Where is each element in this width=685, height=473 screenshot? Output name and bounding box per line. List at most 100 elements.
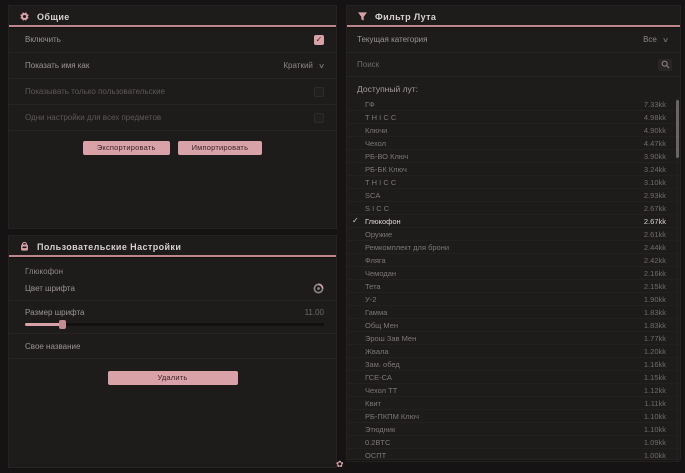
dropdown-value: Краткий [283, 61, 312, 70]
loot-item-row[interactable]: Ремкомплект для брони2.44kk [347, 241, 680, 254]
loot-item-row[interactable]: РБ-ВО Ключ3.90kk [347, 150, 680, 163]
loot-item-row[interactable]: РБ-ПКПМ Ключ 1.10kk [347, 410, 680, 423]
loot-item-name: Квит [365, 399, 381, 408]
loot-item-name: РБ-ПКПМ Ключ [365, 412, 419, 421]
general-settings-rows: Включить✓Показать имя какКраткий∨Показыв… [9, 27, 336, 131]
loot-item-value: 1.15kk [644, 373, 666, 382]
loot-item-value: 7.33kk [644, 100, 666, 109]
loot-item-value: 1.16kk [644, 360, 666, 369]
color-wheel-icon[interactable] [313, 283, 324, 294]
name-mode-dropdown[interactable]: Краткий∨ [283, 61, 324, 70]
loot-item-row[interactable]: ОСПТ1.00kk [347, 449, 680, 462]
gear-icon [19, 11, 30, 22]
font-color-row[interactable]: Цвет шрифта [9, 280, 336, 297]
loot-item-name: ГФ [365, 100, 375, 109]
slider-fill [25, 323, 63, 326]
category-dropdown[interactable]: Все ∨ [643, 35, 668, 44]
loot-item-value: 3.10kk [644, 178, 666, 187]
loot-item-name: ГСЕ-СА [365, 373, 392, 382]
loot-item-row[interactable]: Чемодан2.16kk [347, 267, 680, 280]
loot-item-name: Фляга [365, 256, 386, 265]
loot-item-row[interactable]: 0.2BTC1.09kk [347, 436, 680, 449]
scrollbar-thumb[interactable] [676, 100, 679, 158]
loot-item-name: РБ-ВО Ключ [365, 152, 408, 161]
setting-checkbox[interactable] [314, 87, 324, 97]
loot-item-name: Общ Мен [365, 321, 398, 330]
loot-item-name: Т Н I С С [365, 113, 396, 122]
custom-panel-title: Пользовательские Настройки [37, 242, 181, 252]
loot-item-name: Этюдник [365, 425, 395, 434]
loot-item-value: 2.15kk [644, 282, 666, 291]
loot-item-row[interactable]: Оружие2.61kk [347, 228, 680, 241]
loot-item-row[interactable]: Ключи 4.90kk [347, 124, 680, 137]
font-size-value: 11.00 [305, 308, 324, 317]
category-value: Все [643, 35, 657, 44]
loot-item-name: РБ-БК Ключ [365, 165, 407, 174]
loot-item-row[interactable]: Общ Мен1.83kk [347, 319, 680, 332]
loot-item-name: ОСПТ [365, 451, 386, 460]
setting-checkbox[interactable] [314, 113, 324, 123]
loot-item-row[interactable]: Этюдник1.10kk [347, 423, 680, 436]
loot-item-value: 1.77kk [644, 334, 666, 343]
loot-list-scrollbar[interactable] [676, 98, 679, 462]
slider-thumb[interactable] [59, 320, 66, 329]
loot-item-name: Чехол [365, 139, 386, 148]
loot-item-row[interactable]: Эрош Зав Мен 1.77kk [347, 332, 680, 345]
loot-item-row[interactable]: Квит 1.11kk [347, 397, 680, 410]
loot-item-row[interactable]: Тета 2.15kk [347, 280, 680, 293]
loot-item-row[interactable]: Фляга2.42kk [347, 254, 680, 267]
general-setting-row: Одни настройки для всех предметов [9, 105, 336, 131]
category-label: Текущая категория [357, 35, 427, 44]
slider-track[interactable] [25, 323, 324, 326]
loot-item-value: 3.24kk [644, 165, 666, 174]
loot-item-value: 1.11kk [644, 399, 666, 408]
export-button[interactable]: Экспортировать [83, 141, 170, 155]
loot-item-row[interactable]: Чехол ТТ1.12kk [347, 384, 680, 397]
funnel-icon [357, 11, 368, 22]
loot-item-row[interactable]: Жвала1.20kk [347, 345, 680, 358]
search-icon[interactable] [658, 59, 672, 71]
loot-item-name: Зам. обед [365, 360, 400, 369]
import-button[interactable]: Импортировать [178, 141, 263, 155]
loot-item-row[interactable]: SCA 2.93kk [347, 189, 680, 202]
loot-item-value: 1.10kk [644, 412, 666, 421]
font-color-label: Цвет шрифта [25, 284, 75, 293]
loot-item-value: 4.47kk [644, 139, 666, 148]
setting-label: Показать имя как [25, 61, 89, 70]
loot-item-name: Эрош Зав Мен [365, 334, 416, 343]
loot-item-name: Тета [365, 282, 381, 291]
loot-item-row[interactable]: Зам. обед 1.16kk [347, 358, 680, 371]
loot-item-row[interactable]: Чехол 4.47kk [347, 137, 680, 150]
loot-item-row[interactable]: У-21.90kk [347, 293, 680, 306]
loot-panel-header: Фильтр Лута [347, 6, 680, 25]
setting-label: Показывать только пользовательские [25, 87, 165, 96]
loot-item-row[interactable]: Т Н I С С3.10kk [347, 176, 680, 189]
setting-checkbox[interactable]: ✓ [314, 35, 324, 45]
available-loot-label: Доступный лут: [347, 77, 680, 98]
loot-item-value: 4.90kk [644, 126, 666, 135]
loot-item-row[interactable]: ГСЕ-СА 1.15kk [347, 371, 680, 384]
loot-panel-title: Фильтр Лута [375, 12, 436, 22]
loot-item-row[interactable]: ✓Глюкофон2.67kk [347, 215, 680, 228]
loot-item-row[interactable]: Гамма 1.83kk [347, 306, 680, 319]
loot-item-value: 1.83kk [644, 308, 666, 317]
loot-item-name: SCA [365, 191, 380, 200]
delete-button[interactable]: Удалить [108, 371, 238, 385]
footer-flower-icon: ✿ [336, 459, 344, 470]
check-icon: ✓ [352, 216, 359, 225]
loot-item-row[interactable]: S I С С2.67kk [347, 202, 680, 215]
loot-filter-panel: Фильтр Лута Текущая категория Все ∨ Дост… [346, 5, 681, 460]
loot-item-value: 2.44kk [644, 243, 666, 252]
loot-item-name: Ключи [365, 126, 387, 135]
search-input[interactable] [357, 60, 658, 69]
loot-item-row[interactable]: ГФ 7.33kk [347, 98, 680, 111]
loot-item-value: 2.16kk [644, 269, 666, 278]
loot-item-name: Гамма [365, 308, 387, 317]
font-size-slider[interactable] [9, 321, 336, 330]
loot-item-row[interactable]: Т Н I С С4.98kk [347, 111, 680, 124]
loot-item-row[interactable]: РБ-БК Ключ 3.24kk [347, 163, 680, 176]
selected-item-name: Глюкофон [9, 257, 336, 280]
custom-name-label: Свое название [25, 342, 80, 351]
custom-name-input[interactable] [92, 342, 324, 352]
loot-item-value: 2.93kk [644, 191, 666, 200]
